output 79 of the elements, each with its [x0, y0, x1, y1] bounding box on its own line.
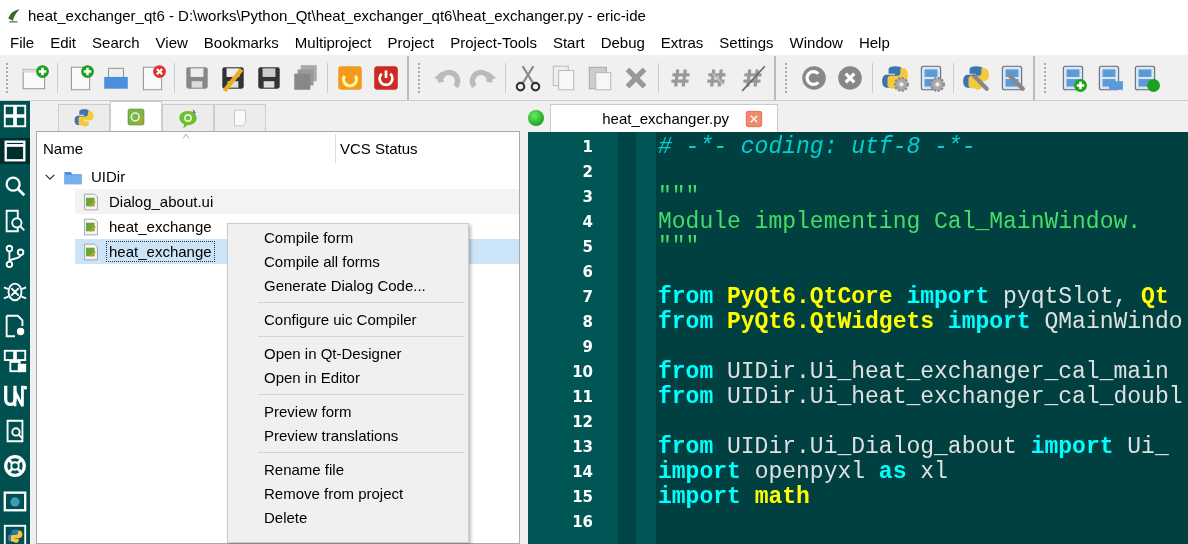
layout-grid-icon[interactable]	[2, 103, 28, 129]
menu-item[interactable]: Start	[544, 32, 593, 53]
code-line: # -*- coding: utf-8 -*-	[658, 133, 976, 160]
line-number: 10	[572, 362, 593, 381]
menu-item[interactable]: Extras	[652, 32, 712, 53]
menu-item[interactable]: Search	[84, 32, 148, 53]
app-logo-icon	[6, 6, 22, 24]
line-number: 2	[582, 162, 593, 181]
menu-item[interactable]: Window	[781, 32, 851, 53]
form-designer-icon	[125, 105, 147, 128]
code-line: from UIDir.Ui_heat_exchanger_cal_main	[658, 358, 1169, 385]
line-number: 12	[572, 412, 593, 431]
menu-item[interactable]: Preview form	[228, 400, 468, 424]
code-line: from UIDir.Ui_Dialog_about import Ui_	[658, 433, 1169, 460]
menu-item[interactable]: Settings	[711, 32, 782, 53]
menu-item[interactable]: Compile form	[228, 226, 468, 250]
code-line: Module implementing Cal_MainWindow.	[658, 208, 1142, 235]
line-number: 13	[572, 437, 593, 456]
menu-item[interactable]: Open in Qt-Designer	[228, 342, 468, 366]
menu-item[interactable]: Preview translations	[228, 424, 468, 448]
tree-item[interactable]: Dialog_about.ui	[107, 192, 216, 211]
code-line: from UIDir.Ui_heat_exchanger_cal_doubl	[658, 383, 1183, 410]
tree-item[interactable]: UIDir	[89, 167, 128, 186]
lifebuoy-icon[interactable]	[2, 453, 28, 479]
python-icon	[73, 107, 95, 129]
form-file-icon	[81, 241, 101, 262]
line-number: 11	[572, 387, 593, 406]
line-number: 6	[582, 262, 593, 281]
menu-item[interactable]: Remove from project	[228, 482, 468, 506]
globe-window-icon[interactable]	[2, 488, 28, 514]
code-line: from PyQt6.QtCore import pyqtSlot, Qt	[658, 283, 1169, 310]
window-icon[interactable]	[2, 138, 28, 164]
line-number: 7	[582, 287, 593, 306]
code-line: import openpyxl as xl	[658, 458, 948, 485]
menu-item[interactable]: Compile all forms	[228, 250, 468, 274]
project-tab[interactable]	[110, 101, 162, 131]
line-number: 9	[582, 337, 593, 356]
project-tab[interactable]	[58, 104, 110, 131]
ui-icon[interactable]	[2, 383, 28, 409]
line-number: 4	[582, 212, 593, 231]
menu-item[interactable]: Open in Editor	[228, 366, 468, 390]
speech-bubble-icon	[177, 107, 199, 129]
line-number: 8	[582, 312, 593, 331]
menu-item[interactable]: File	[2, 32, 43, 53]
python-icon[interactable]	[2, 523, 28, 544]
menu-item[interactable]: View	[147, 32, 196, 53]
menu-item[interactable]: Project	[379, 32, 443, 53]
menu-item[interactable]: Bookmarks	[195, 32, 287, 53]
line-number: 15	[572, 487, 593, 506]
menu-item[interactable]: Multiproject	[286, 32, 380, 53]
line-number: 16	[572, 512, 593, 531]
column-header[interactable]: VCS Status	[335, 133, 422, 163]
tree-item[interactable]: heat_exchange	[107, 217, 214, 236]
line-number: 1	[582, 137, 593, 156]
form-file-icon	[81, 216, 101, 237]
menu-item[interactable]: Project-Tools	[442, 32, 545, 53]
editor-tab[interactable]: heat_exchanger.py	[550, 104, 778, 132]
menu-item[interactable]: Configure uic Compiler	[228, 308, 468, 332]
code-line: from PyQt6.QtWidgets import QMainWindo	[658, 308, 1183, 335]
menu-item[interactable]: Rename file	[228, 458, 468, 482]
menu-item[interactable]: Edit	[42, 32, 85, 53]
code-line: """	[658, 233, 700, 260]
line-number: 14	[572, 462, 593, 481]
menu-item[interactable]: Delete	[228, 506, 468, 530]
code-line: """	[658, 183, 700, 210]
line-number: 3	[582, 187, 593, 206]
code-line: import math	[658, 483, 810, 510]
close-icon[interactable]	[745, 109, 763, 128]
menu-item[interactable]: Generate Dialog Code...	[228, 274, 468, 298]
menu-item[interactable]: Debug	[592, 32, 653, 53]
tree-item[interactable]: heat_exchange	[107, 242, 214, 261]
sort-caret-icon	[180, 132, 192, 140]
menu-item[interactable]: Help	[850, 32, 898, 53]
line-number: 5	[582, 237, 593, 256]
column-header[interactable]: Name	[37, 139, 335, 157]
blocks-icon[interactable]	[2, 348, 28, 374]
status-dot-icon	[528, 110, 544, 126]
window-title: heat_exchanger_qt6 - D:\works\Python_Qt\heat_exchanger_qt6\heat_exchanger.py - eric-ide	[28, 6, 646, 24]
code-editor[interactable]	[528, 132, 1188, 544]
